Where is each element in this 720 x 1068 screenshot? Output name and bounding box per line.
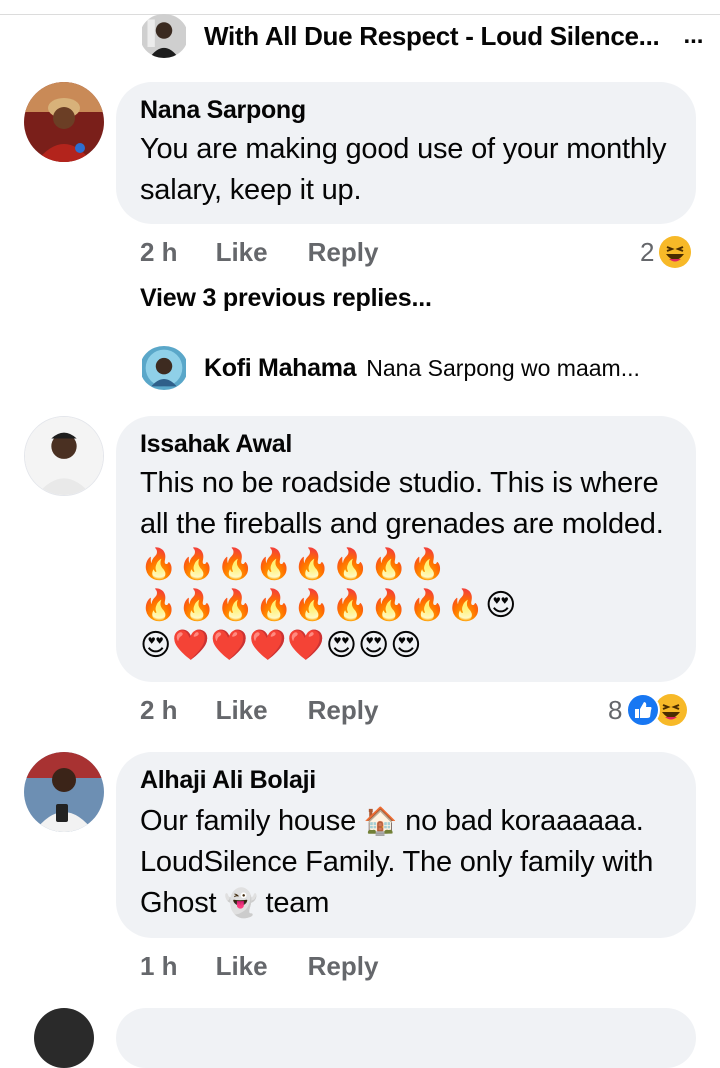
avatar-kofi-mahama[interactable] — [140, 346, 188, 390]
comment-bubble-issahak-awal[interactable]: Issahak Awal This no be roadside studio.… — [116, 416, 696, 682]
reaction-count: 2 — [640, 236, 655, 267]
reply-button[interactable]: Reply — [308, 951, 379, 982]
fire-emoji-row: 🔥🔥🔥🔥🔥🔥🔥🔥🔥😍 — [140, 588, 518, 623]
comment-text-part: team — [265, 887, 330, 919]
reaction-count: 8 — [608, 694, 623, 725]
like-button[interactable]: Like — [216, 951, 268, 982]
comment-bubble-nana-sarpong[interactable]: Nana Sarpong You are making good use of … — [116, 82, 696, 224]
view-previous-replies-link[interactable]: View 3 previous replies... — [140, 284, 432, 313]
comment-actions: 2 h Like Reply — [140, 690, 378, 730]
fire-emoji-row: 🔥🔥🔥🔥🔥🔥🔥🔥 — [140, 547, 447, 582]
reply-button[interactable]: Reply — [308, 237, 379, 268]
comment-actions: 2 h Like Reply — [140, 232, 378, 272]
avatar-nana-sarpong[interactable] — [24, 82, 104, 162]
avatar-image — [142, 346, 186, 390]
ghost-emoji: 👻 — [224, 888, 258, 919]
comment-author[interactable]: Alhaji Ali Bolaji — [140, 766, 672, 795]
reaction-summary[interactable]: 8 — [608, 690, 688, 730]
more-options-icon[interactable]: ... — [683, 22, 703, 50]
comment-bubble-next[interactable] — [116, 1008, 696, 1068]
comment-actions: 1 h Like Reply — [140, 946, 378, 986]
comment-text-part: Our family house — [140, 805, 356, 837]
latest-reply-row[interactable]: Kofi Mahama Nana Sarpong wo maam... — [190, 344, 640, 392]
haha-icon — [658, 235, 692, 269]
comment-timestamp[interactable]: 2 h — [140, 237, 178, 268]
reply-snippet: Nana Sarpong wo maam... — [366, 354, 640, 381]
avatar-image — [24, 752, 104, 832]
reply-author[interactable]: Kofi Mahama — [204, 354, 357, 383]
comment-text: This no be roadside studio. This is wher… — [140, 463, 672, 586]
avatar-next-comment[interactable] — [34, 1008, 94, 1068]
comment-text-body: This no be roadside studio. This is wher… — [140, 467, 664, 540]
comment-text: Our family house 🏠 no bad koraaaaaa. Lou… — [140, 801, 672, 924]
reply-button[interactable]: Reply — [308, 695, 379, 726]
comment-bubble-alhaji-ali-bolaji[interactable]: Alhaji Ali Bolaji Our family house 🏠 no … — [116, 752, 696, 938]
avatar-image — [25, 417, 103, 495]
heart-emoji-row: 😍❤️❤️❤️❤️😍😍😍 — [140, 628, 423, 663]
comment-timestamp[interactable]: 1 h — [140, 951, 178, 982]
like-icon — [626, 693, 661, 727]
comment-author[interactable]: Nana Sarpong — [140, 96, 672, 125]
avatar-alhaji-ali-bolaji[interactable] — [24, 752, 104, 832]
comment-timestamp[interactable]: 2 h — [140, 695, 178, 726]
house-emoji: 🏠 — [363, 806, 398, 837]
thread-header-name[interactable]: With All Due Respect - Loud Silence... — [204, 21, 660, 52]
avatar-thread-page[interactable] — [140, 14, 188, 58]
avatar-issahak-awal[interactable] — [24, 416, 104, 496]
avatar-image — [24, 82, 104, 162]
thread-header-row[interactable]: With All Due Respect - Loud Silence... .… — [204, 12, 703, 60]
comment-text: You are making good use of your monthly … — [140, 133, 667, 206]
like-button[interactable]: Like — [216, 695, 268, 726]
reaction-summary[interactable]: 2 — [640, 232, 692, 272]
like-button[interactable]: Like — [216, 237, 268, 268]
avatar-image — [142, 14, 186, 58]
comment-author[interactable]: Issahak Awal — [140, 430, 672, 459]
